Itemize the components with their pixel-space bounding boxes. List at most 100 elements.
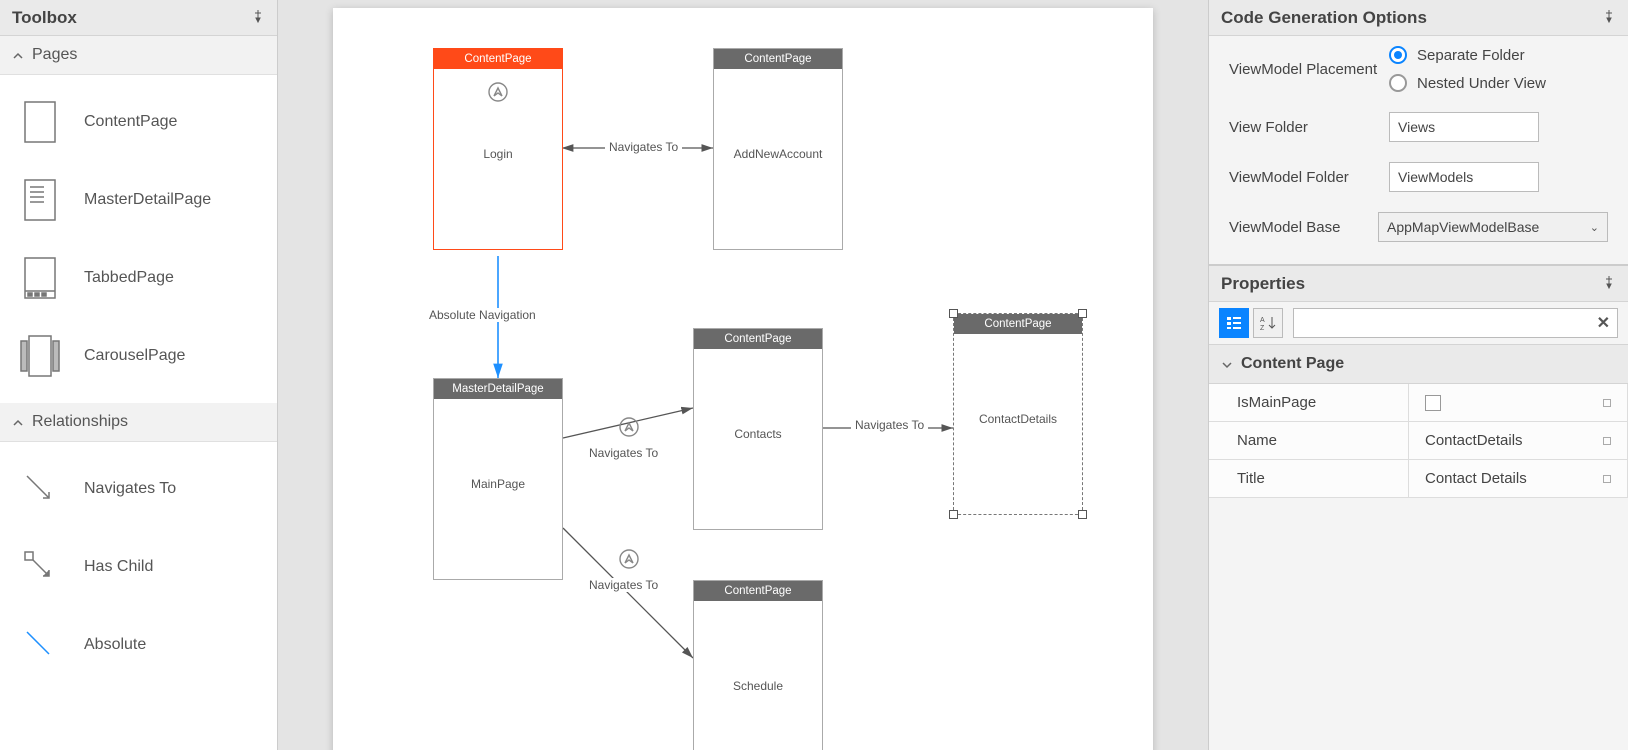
tool-haschild[interactable]: Has Child [0, 528, 277, 606]
relationships-section-header[interactable]: Relationships [0, 403, 277, 442]
tool-label: MasterDetailPage [84, 191, 211, 209]
relationships-section-label: Relationships [32, 413, 128, 431]
tool-label: Has Child [84, 558, 153, 576]
tool-carouselpage[interactable]: CarouselPage [0, 317, 277, 395]
codegen-title: Code Generation Options [1221, 8, 1427, 28]
node-label: ContactDetails [979, 412, 1057, 426]
properties-panel: Properties AZ ✕ Content Page IsMainP [1209, 265, 1628, 750]
node-label: AddNewAccount [734, 147, 823, 161]
node-contactdetails[interactable]: ContentPage ContactDetails [953, 313, 1083, 515]
properties-section-label: Content Page [1241, 355, 1344, 373]
node-schedule[interactable]: ContentPage Schedule [693, 580, 823, 750]
properties-section-header[interactable]: Content Page [1209, 344, 1628, 384]
relationships-tool-list: Navigates To Has Child Absolute [0, 442, 277, 692]
properties-toolbar: AZ ✕ [1209, 302, 1628, 344]
chevron-down-icon [1221, 358, 1233, 370]
pin-icon[interactable] [1602, 9, 1616, 27]
prop-marker-icon[interactable] [1603, 437, 1611, 445]
prop-title-label: Title [1209, 460, 1409, 498]
connector-label: Navigates To [585, 578, 662, 592]
prop-marker-icon[interactable] [1603, 475, 1611, 483]
tool-label: TabbedPage [84, 269, 174, 287]
node-mainpage[interactable]: MasterDetailPage MainPage [433, 378, 563, 580]
compass-icon [618, 416, 640, 438]
tool-navigatesto[interactable]: Navigates To [0, 450, 277, 528]
radio-separate-folder[interactable]: Separate Folder [1389, 46, 1608, 64]
resize-handle[interactable] [949, 510, 958, 519]
radio-label: Separate Folder [1417, 47, 1525, 64]
toolbox-panel: Toolbox Pages ContentPage MasterDetailPa… [0, 0, 278, 750]
node-addnewaccount[interactable]: ContentPage AddNewAccount [713, 48, 843, 250]
prop-name-label: Name [1209, 422, 1409, 460]
vm-base-label: ViewModel Base [1229, 219, 1378, 236]
pages-section-label: Pages [32, 46, 77, 64]
chevron-up-icon [12, 49, 24, 61]
connector-label: Navigates To [605, 140, 682, 154]
canvas-viewport[interactable]: Navigates To Absolute Navigation Navigat… [278, 0, 1208, 750]
chevron-down-icon: ⌄ [1590, 221, 1599, 234]
vm-folder-input[interactable] [1389, 162, 1539, 192]
vm-base-combo[interactable]: AppMapViewModelBase ⌄ [1378, 212, 1608, 242]
pin-icon[interactable] [1602, 275, 1616, 293]
node-type: MasterDetailPage [434, 379, 562, 399]
vm-folder-label: ViewModel Folder [1229, 169, 1389, 186]
tool-tabbedpage[interactable]: TabbedPage [0, 239, 277, 317]
tool-label: CarouselPage [84, 347, 185, 365]
prop-title-value[interactable]: Contact Details [1409, 460, 1628, 498]
absolute-icon [20, 622, 60, 668]
prop-marker-icon[interactable] [1603, 399, 1611, 407]
resize-handle[interactable] [949, 309, 958, 318]
node-label: MainPage [471, 477, 525, 491]
combo-value: AppMapViewModelBase [1387, 219, 1539, 235]
pages-tool-list: ContentPage MasterDetailPage TabbedPage … [0, 75, 277, 403]
categorized-view-button[interactable] [1219, 308, 1249, 338]
properties-grid: IsMainPage Name ContactDetails Title Con… [1209, 384, 1628, 498]
radio-icon [1389, 74, 1407, 92]
connector-label: Absolute Navigation [425, 308, 540, 322]
radio-label: Nested Under View [1417, 75, 1546, 92]
tabbedpage-icon [20, 255, 60, 301]
alpha-sort-button[interactable]: AZ [1253, 308, 1283, 338]
radio-nested-under-view[interactable]: Nested Under View [1389, 74, 1608, 92]
toolbox-header: Toolbox [0, 0, 277, 36]
resize-handle[interactable] [1078, 510, 1087, 519]
properties-search-input[interactable] [1293, 308, 1618, 338]
tool-contentpage[interactable]: ContentPage [0, 83, 277, 161]
vm-folder-row: ViewModel Folder [1209, 152, 1628, 202]
chevron-up-icon [12, 416, 24, 428]
resize-handle[interactable] [1078, 309, 1087, 318]
compass-icon [618, 548, 640, 570]
navigatesto-icon [20, 466, 60, 512]
node-type: ContentPage [714, 49, 842, 69]
codegen-header: Code Generation Options [1209, 0, 1628, 36]
pin-icon[interactable] [251, 9, 265, 27]
compass-icon [487, 81, 509, 103]
view-folder-input[interactable] [1389, 112, 1539, 142]
haschild-icon [20, 544, 60, 590]
vm-base-row: ViewModel Base AppMapViewModelBase ⌄ [1209, 202, 1628, 264]
contentpage-icon [20, 99, 60, 145]
prop-ismainpage-value[interactable] [1409, 384, 1628, 422]
tool-absolute[interactable]: Absolute [0, 606, 277, 684]
toolbox-title: Toolbox [12, 8, 77, 28]
checkbox-icon[interactable] [1425, 395, 1441, 411]
pages-section-header[interactable]: Pages [0, 36, 277, 75]
canvas[interactable]: Navigates To Absolute Navigation Navigat… [333, 8, 1153, 750]
tool-label: ContentPage [84, 113, 177, 131]
connector-label: Navigates To [585, 446, 662, 460]
tool-masterdetailpage[interactable]: MasterDetailPage [0, 161, 277, 239]
right-column: Code Generation Options ViewModel Placem… [1208, 0, 1628, 750]
view-folder-row: View Folder [1209, 102, 1628, 152]
masterdetailpage-icon [20, 177, 60, 223]
node-contacts[interactable]: ContentPage Contacts [693, 328, 823, 530]
codegen-panel: Code Generation Options ViewModel Placem… [1209, 0, 1628, 265]
vm-placement-row: ViewModel Placement Separate Folder Nest… [1209, 36, 1628, 102]
carouselpage-icon [20, 333, 60, 379]
vm-placement-label: ViewModel Placement [1229, 61, 1389, 78]
node-type: ContentPage [694, 581, 822, 601]
node-type: ContentPage [954, 314, 1082, 334]
svg-text:Z: Z [1260, 325, 1265, 331]
prop-name-value[interactable]: ContactDetails [1409, 422, 1628, 460]
node-login[interactable]: ContentPage Login [433, 48, 563, 250]
clear-icon[interactable]: ✕ [1597, 313, 1610, 333]
